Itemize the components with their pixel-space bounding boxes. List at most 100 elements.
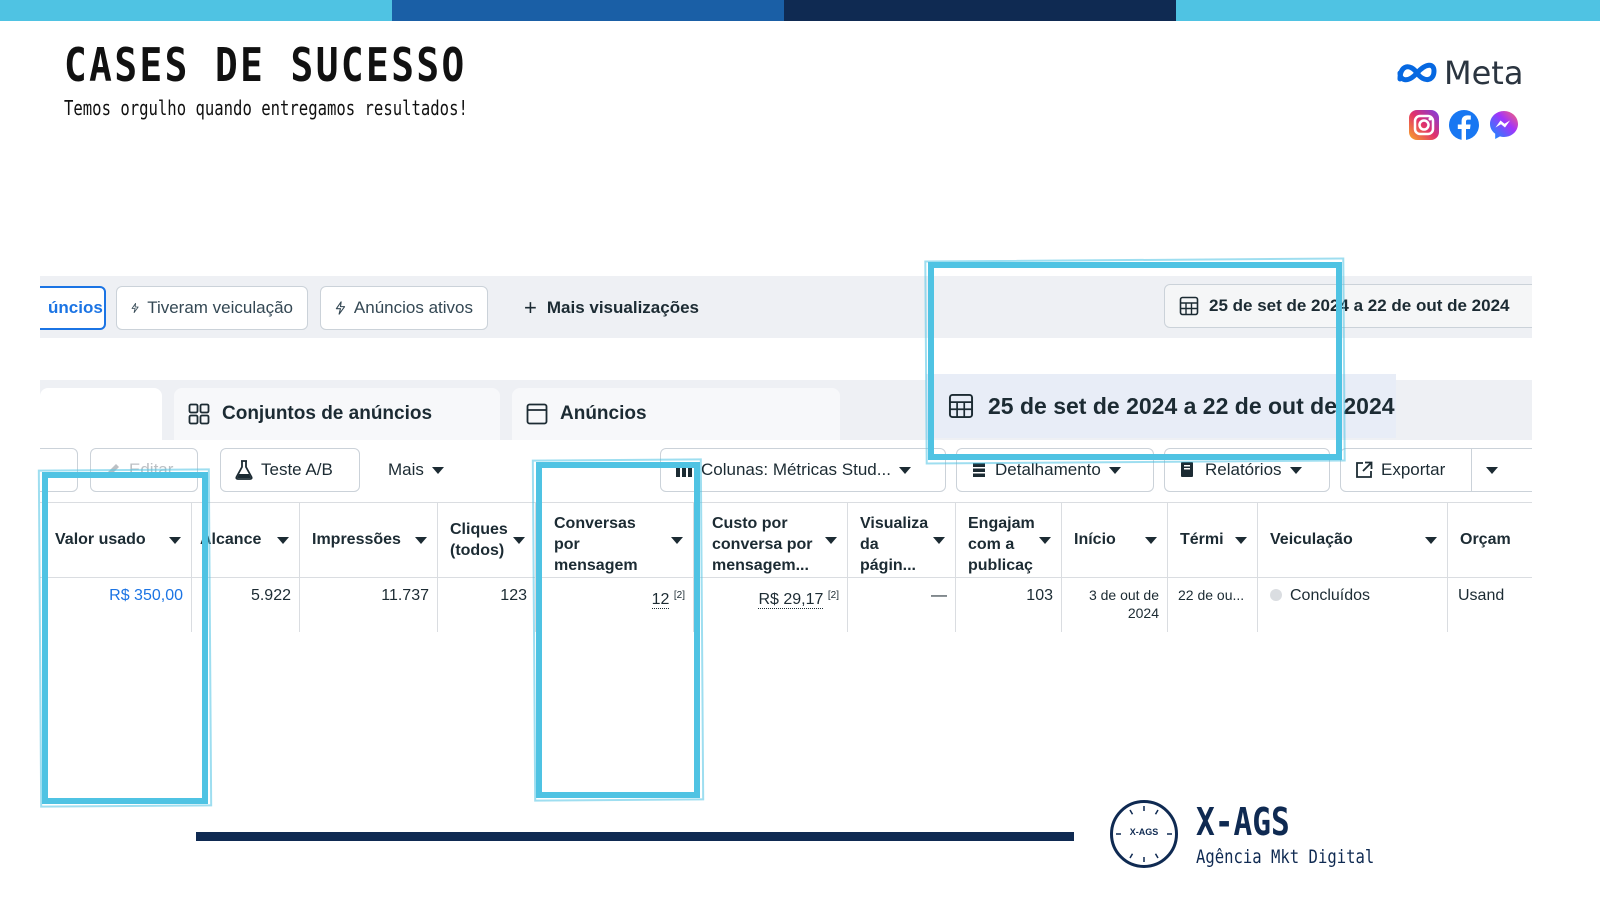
brand-name: X-AGS (1196, 800, 1290, 844)
col-post-engagement[interactable]: Engajam com a publicaç (956, 503, 1062, 579)
col-cost-per-conversation[interactable]: Custo por conversa por mensagem... (694, 503, 848, 579)
sort-caret-icon (825, 537, 837, 544)
clicks-value: 123 (500, 587, 527, 604)
highlight-box-date-range (928, 262, 1342, 460)
sort-caret-icon (513, 537, 525, 544)
views-chip-ads-label: úncios (48, 298, 103, 317)
report-icon (1181, 462, 1193, 477)
messenger-icon (1488, 109, 1520, 141)
breakdown-icon (973, 463, 985, 477)
xags-logo-text: X-AGS (1129, 827, 1159, 837)
meta-infinity-icon (1397, 62, 1437, 83)
tab-ad-sets-label: Conjuntos de anúncios (222, 403, 433, 424)
col-end[interactable]: Térmi (1168, 503, 1258, 579)
col-budget[interactable]: Orçam (1448, 503, 1532, 579)
flask-icon (235, 460, 253, 480)
col-impressions[interactable]: Impressões (300, 503, 438, 579)
budget-value: Usand (1458, 587, 1505, 604)
export-options-button[interactable] (1471, 448, 1532, 492)
instagram-icon (1408, 109, 1440, 141)
export-button[interactable]: Exportar (1340, 448, 1472, 492)
reports-label: Relatórios (1205, 460, 1282, 479)
brand-tagline: Agência Mkt Digital (1196, 846, 1375, 868)
grid-icon (188, 403, 210, 425)
engagement-value: 103 (1026, 587, 1053, 604)
more-views-label: Mais visualizações (546, 298, 699, 317)
sort-caret-icon (933, 537, 945, 544)
cell-start: 3 de out de 2024 (1062, 578, 1168, 632)
cell-post-engagement: 103 (956, 578, 1062, 632)
top-color-stripes (0, 0, 1600, 21)
col-clicks[interactable]: Cliques (todos) (438, 503, 536, 579)
export-icon (1356, 461, 1373, 478)
cost-per-conversation-value: R$ 29,17 (758, 591, 824, 610)
sort-caret-icon (1235, 537, 1247, 544)
meta-wordmark: Meta (1444, 54, 1524, 92)
ab-test-button[interactable]: Teste A/B (220, 448, 360, 492)
stripe-light-right (1176, 0, 1600, 21)
stripe-light-left (0, 0, 392, 21)
impressions-value: 11.737 (381, 587, 429, 604)
tab-ads[interactable]: Anúncios (512, 388, 840, 440)
tab-campaigns[interactable] (40, 388, 162, 440)
cell-budget: Usand (1448, 578, 1532, 632)
social-icons (1408, 109, 1520, 141)
views-chip-active-ads-label: Anúncios ativos (353, 298, 473, 317)
end-date-value: 22 de ou... (1178, 587, 1245, 603)
facebook-icon (1448, 109, 1480, 141)
views-chip-ads[interactable]: úncios (40, 286, 106, 330)
highlight-box-conversations (536, 462, 700, 798)
col-start[interactable]: Início (1062, 503, 1168, 579)
chevron-down-icon (1108, 466, 1121, 474)
chevron-down-icon (898, 466, 911, 474)
sort-caret-icon (1425, 537, 1437, 544)
chevron-down-icon (1486, 466, 1498, 474)
col-label: Início (1074, 531, 1116, 548)
cost-footnote: [2] (827, 590, 839, 601)
reach-value: 5.922 (250, 587, 291, 604)
stripe-mid (392, 0, 784, 21)
cell-page-views: — (848, 578, 956, 632)
tab-ad-sets[interactable]: Conjuntos de anúncios (174, 388, 500, 440)
views-chip-delivered-label: Tiveram veiculação (147, 298, 293, 317)
highlight-box-amount-spent (42, 472, 208, 804)
sort-caret-icon (1145, 537, 1157, 544)
chevron-down-icon (431, 466, 444, 474)
col-label: Impressões (312, 531, 401, 548)
col-label: Veiculação (1270, 531, 1353, 548)
col-delivery[interactable]: Veiculação (1258, 503, 1448, 579)
more-actions-label: Mais (388, 460, 424, 479)
col-label: Cliques (todos) (450, 521, 508, 559)
page-title: CASES DE SUCESSO (64, 38, 467, 92)
tab-ads-label: Anúncios (560, 403, 647, 424)
sort-caret-icon (277, 537, 289, 544)
sort-caret-icon (1039, 537, 1051, 544)
export-label: Exportar (1381, 460, 1446, 479)
footer-divider (196, 832, 1074, 841)
col-label: Engajam com a publicaç (968, 515, 1035, 574)
lightning-icon (131, 302, 139, 314)
page-subtitle: Temos orgulho quando entregamos resultad… (64, 96, 468, 120)
cell-clicks: 123 (438, 578, 536, 632)
views-chip-delivered[interactable]: Tiveram veiculação (116, 286, 308, 330)
delivery-status: Concluídos (1290, 587, 1371, 604)
columns-label: Colunas: Métricas Stud... (701, 460, 891, 479)
col-label: Custo por conversa por mensagem... (712, 515, 813, 574)
cell-impressions: 11.737 (300, 578, 438, 632)
cell-delivery: Concluídos (1258, 578, 1448, 632)
stripe-dark (784, 0, 1176, 21)
views-chip-active-ads[interactable]: Anúncios ativos (320, 286, 488, 330)
status-dot-icon (1270, 589, 1282, 601)
window-icon (526, 403, 548, 425)
table-row: R$ 350,00 5.922 11.737 123 12 [2] R$ 29,… (40, 578, 1532, 632)
table-header: Valor usado Alcance Impressões Cliques (… (40, 502, 1532, 579)
more-actions-button[interactable]: Mais (374, 448, 464, 492)
xags-clock-logo: X-AGS (1110, 800, 1178, 868)
start-date-value: 3 de out de 2024 (1088, 587, 1159, 621)
chevron-down-icon (1289, 466, 1302, 474)
columns-dropdown[interactable]: Colunas: Métricas Stud... (660, 448, 946, 492)
plus-icon: + (524, 295, 537, 320)
lightning-icon (335, 301, 346, 315)
col-page-views[interactable]: Visualiza da págin... (848, 503, 956, 579)
more-views-button[interactable]: + Mais visualizações (524, 288, 699, 328)
